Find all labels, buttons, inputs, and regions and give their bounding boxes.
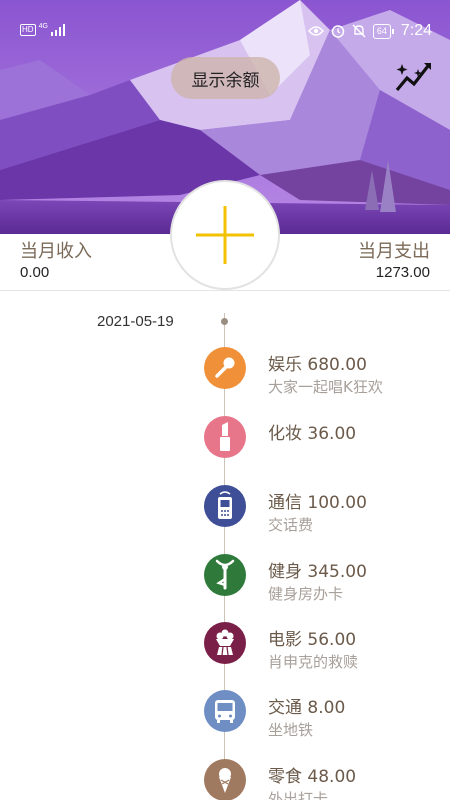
entry-title: 通信 100.00 <box>268 493 367 513</box>
trend-chart-icon <box>395 63 431 92</box>
timeline-entry-movie[interactable]: 电影 56.00 肖申克的救赎 <box>204 622 450 682</box>
category-icon-badge <box>204 622 246 664</box>
trend-chart-button[interactable] <box>394 60 434 94</box>
monthly-income-label: 当月收入 <box>20 241 92 262</box>
alarm-icon <box>331 25 345 38</box>
category-icon-badge <box>204 690 246 732</box>
category-icon-badge <box>204 554 246 596</box>
timeline-entry-transport[interactable]: 交通 8.00 坐地铁 <box>204 690 450 750</box>
signal-icon <box>50 24 65 36</box>
timeline-entry-fitness[interactable]: 健身 345.00 健身房办卡 <box>204 554 450 614</box>
ice-cream-icon <box>219 768 231 793</box>
entry-note: 坐地铁 <box>268 721 314 739</box>
timeline-entry-telecom[interactable]: 通信 100.00 交话费 <box>204 485 450 545</box>
timeline-entry-makeup[interactable]: 化妆 36.00 <box>204 416 450 476</box>
plus-icon <box>196 206 254 264</box>
entry-title: 交通 8.00 <box>268 698 346 718</box>
entry-note: 外出打卡 <box>268 790 329 800</box>
add-record-button[interactable] <box>170 180 280 290</box>
category-icon-badge <box>204 347 246 389</box>
entry-title: 娱乐 680.00 <box>268 355 367 375</box>
network-status: HD 4G <box>20 22 65 36</box>
yoga-icon <box>215 559 235 590</box>
entry-title: 化妆 36.00 <box>268 424 357 444</box>
category-icon-badge <box>204 759 246 800</box>
system-status: 64 7:24 <box>307 22 432 40</box>
network-type: 4G <box>38 22 48 30</box>
popcorn-icon <box>216 629 234 656</box>
entry-note: 大家一起唱K狂欢 <box>268 378 383 396</box>
timeline-date: 2021-05-19 <box>97 313 174 330</box>
timeline-entry-entertainment[interactable]: 娱乐 680.00 大家一起唱K狂欢 <box>204 347 450 407</box>
entry-title: 零食 48.00 <box>268 767 357 787</box>
timeline-date-dot <box>221 318 228 325</box>
bus-icon <box>215 700 235 723</box>
clock: 7:24 <box>400 22 432 39</box>
entry-title: 电影 56.00 <box>268 630 357 650</box>
entry-note: 健身房办卡 <box>268 585 344 603</box>
lipstick-icon <box>220 422 230 451</box>
monthly-expense-value: 1273.00 <box>375 264 430 281</box>
monthly-expense-label: 当月支出 <box>358 241 430 262</box>
show-balance-button[interactable]: 显示余额 <box>171 57 280 99</box>
summary-divider <box>0 290 450 291</box>
category-icon-badge <box>204 416 246 458</box>
entry-note: 肖申克的救赎 <box>268 653 359 671</box>
timeline-entry-snacks[interactable]: 零食 48.00 外出打卡 <box>204 759 450 800</box>
mute-bell-icon <box>352 24 366 38</box>
entry-title: 健身 345.00 <box>268 562 367 582</box>
mobile-phone-icon <box>218 491 232 519</box>
monthly-income-value: 0.00 <box>20 264 50 281</box>
entry-note: 交话费 <box>268 516 314 534</box>
eye-icon <box>307 26 324 36</box>
category-icon-badge <box>204 485 246 527</box>
hd-badge: HD <box>20 24 36 36</box>
microphone-icon <box>215 357 235 378</box>
battery-indicator: 64 <box>372 23 394 39</box>
